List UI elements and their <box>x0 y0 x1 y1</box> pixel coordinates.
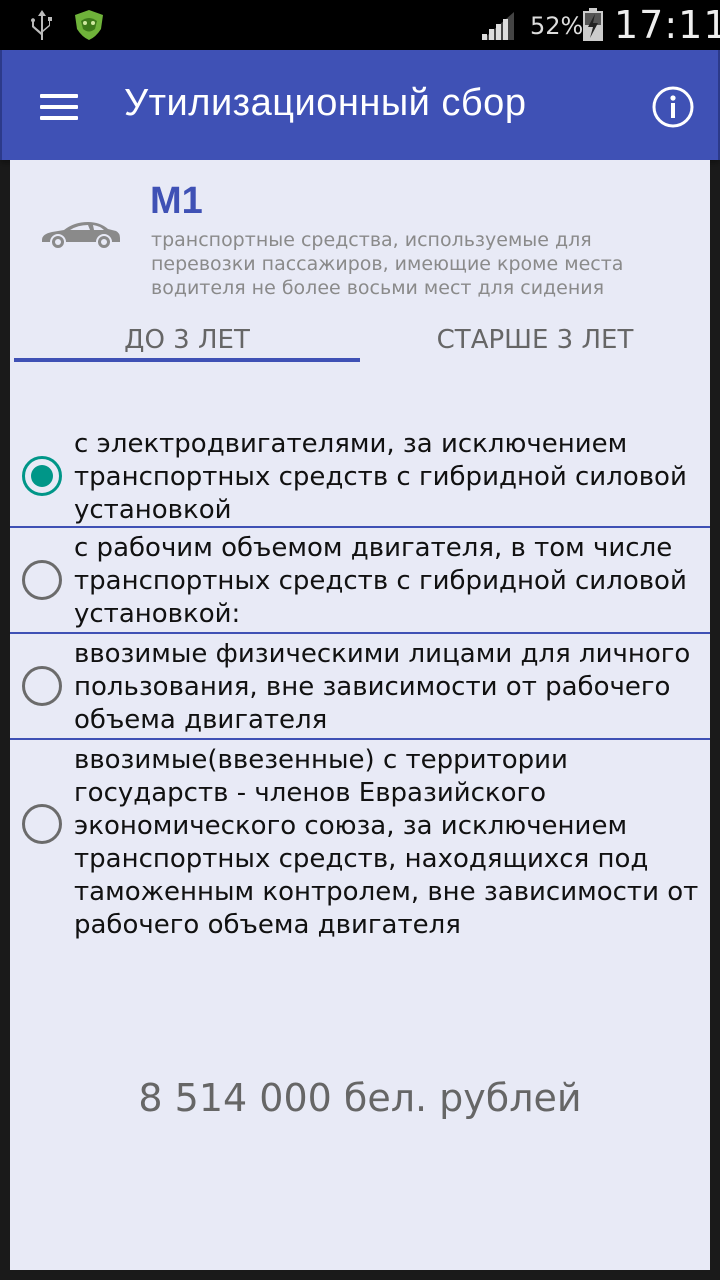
divider <box>10 738 710 740</box>
option-label: ввозимые(ввезенные) с территории государ… <box>74 745 699 940</box>
radio-button[interactable] <box>22 804 62 844</box>
divider <box>10 526 710 528</box>
clock: 17:11 <box>614 3 720 47</box>
info-icon[interactable] <box>650 84 696 130</box>
shield-app-icon <box>75 10 103 40</box>
option-electric[interactable]: с электродвигателями, за исключением тра… <box>10 426 710 526</box>
usb-icon <box>31 10 52 40</box>
option-personal-import[interactable]: ввозимые физическими лицами для личного … <box>10 638 710 738</box>
option-label: ввозимые физическими лицами для личного … <box>74 639 691 735</box>
radio-button[interactable] <box>22 456 62 496</box>
app-bar: Утилизационный сбор <box>0 50 720 160</box>
main-content: M1 транспортные средства, используемые д… <box>10 160 710 1270</box>
battery-percent: 52% <box>530 12 584 40</box>
car-icon <box>42 222 120 250</box>
tab-older-than-3-years[interactable]: СТАРШЕ 3 ЛЕТ <box>360 320 710 364</box>
radio-button[interactable] <box>22 560 62 600</box>
status-bar: 52% 17:11 <box>0 0 720 50</box>
category-description: транспортные средства, используемые для … <box>151 229 624 299</box>
divider <box>10 632 710 634</box>
option-engine-volume[interactable]: с рабочим объемом двигателя, в том числе… <box>10 532 710 632</box>
option-label: с рабочим объемом двигателя, в том числе… <box>74 533 687 629</box>
option-eaeu-import[interactable]: ввозимые(ввезенные) с территории государ… <box>10 744 710 940</box>
battery-charging-icon <box>583 8 603 41</box>
signal-icon <box>482 12 514 40</box>
tab-indicator <box>14 358 360 362</box>
category-code: M1 <box>150 180 203 222</box>
app-title: Утилизационный сбор <box>124 82 527 124</box>
radio-button[interactable] <box>22 666 62 706</box>
hamburger-menu-icon[interactable] <box>28 86 88 126</box>
option-label: с электродвигателями, за исключением тра… <box>74 429 687 525</box>
result-amount: 8 514 000 бел. рублей <box>138 1076 582 1120</box>
